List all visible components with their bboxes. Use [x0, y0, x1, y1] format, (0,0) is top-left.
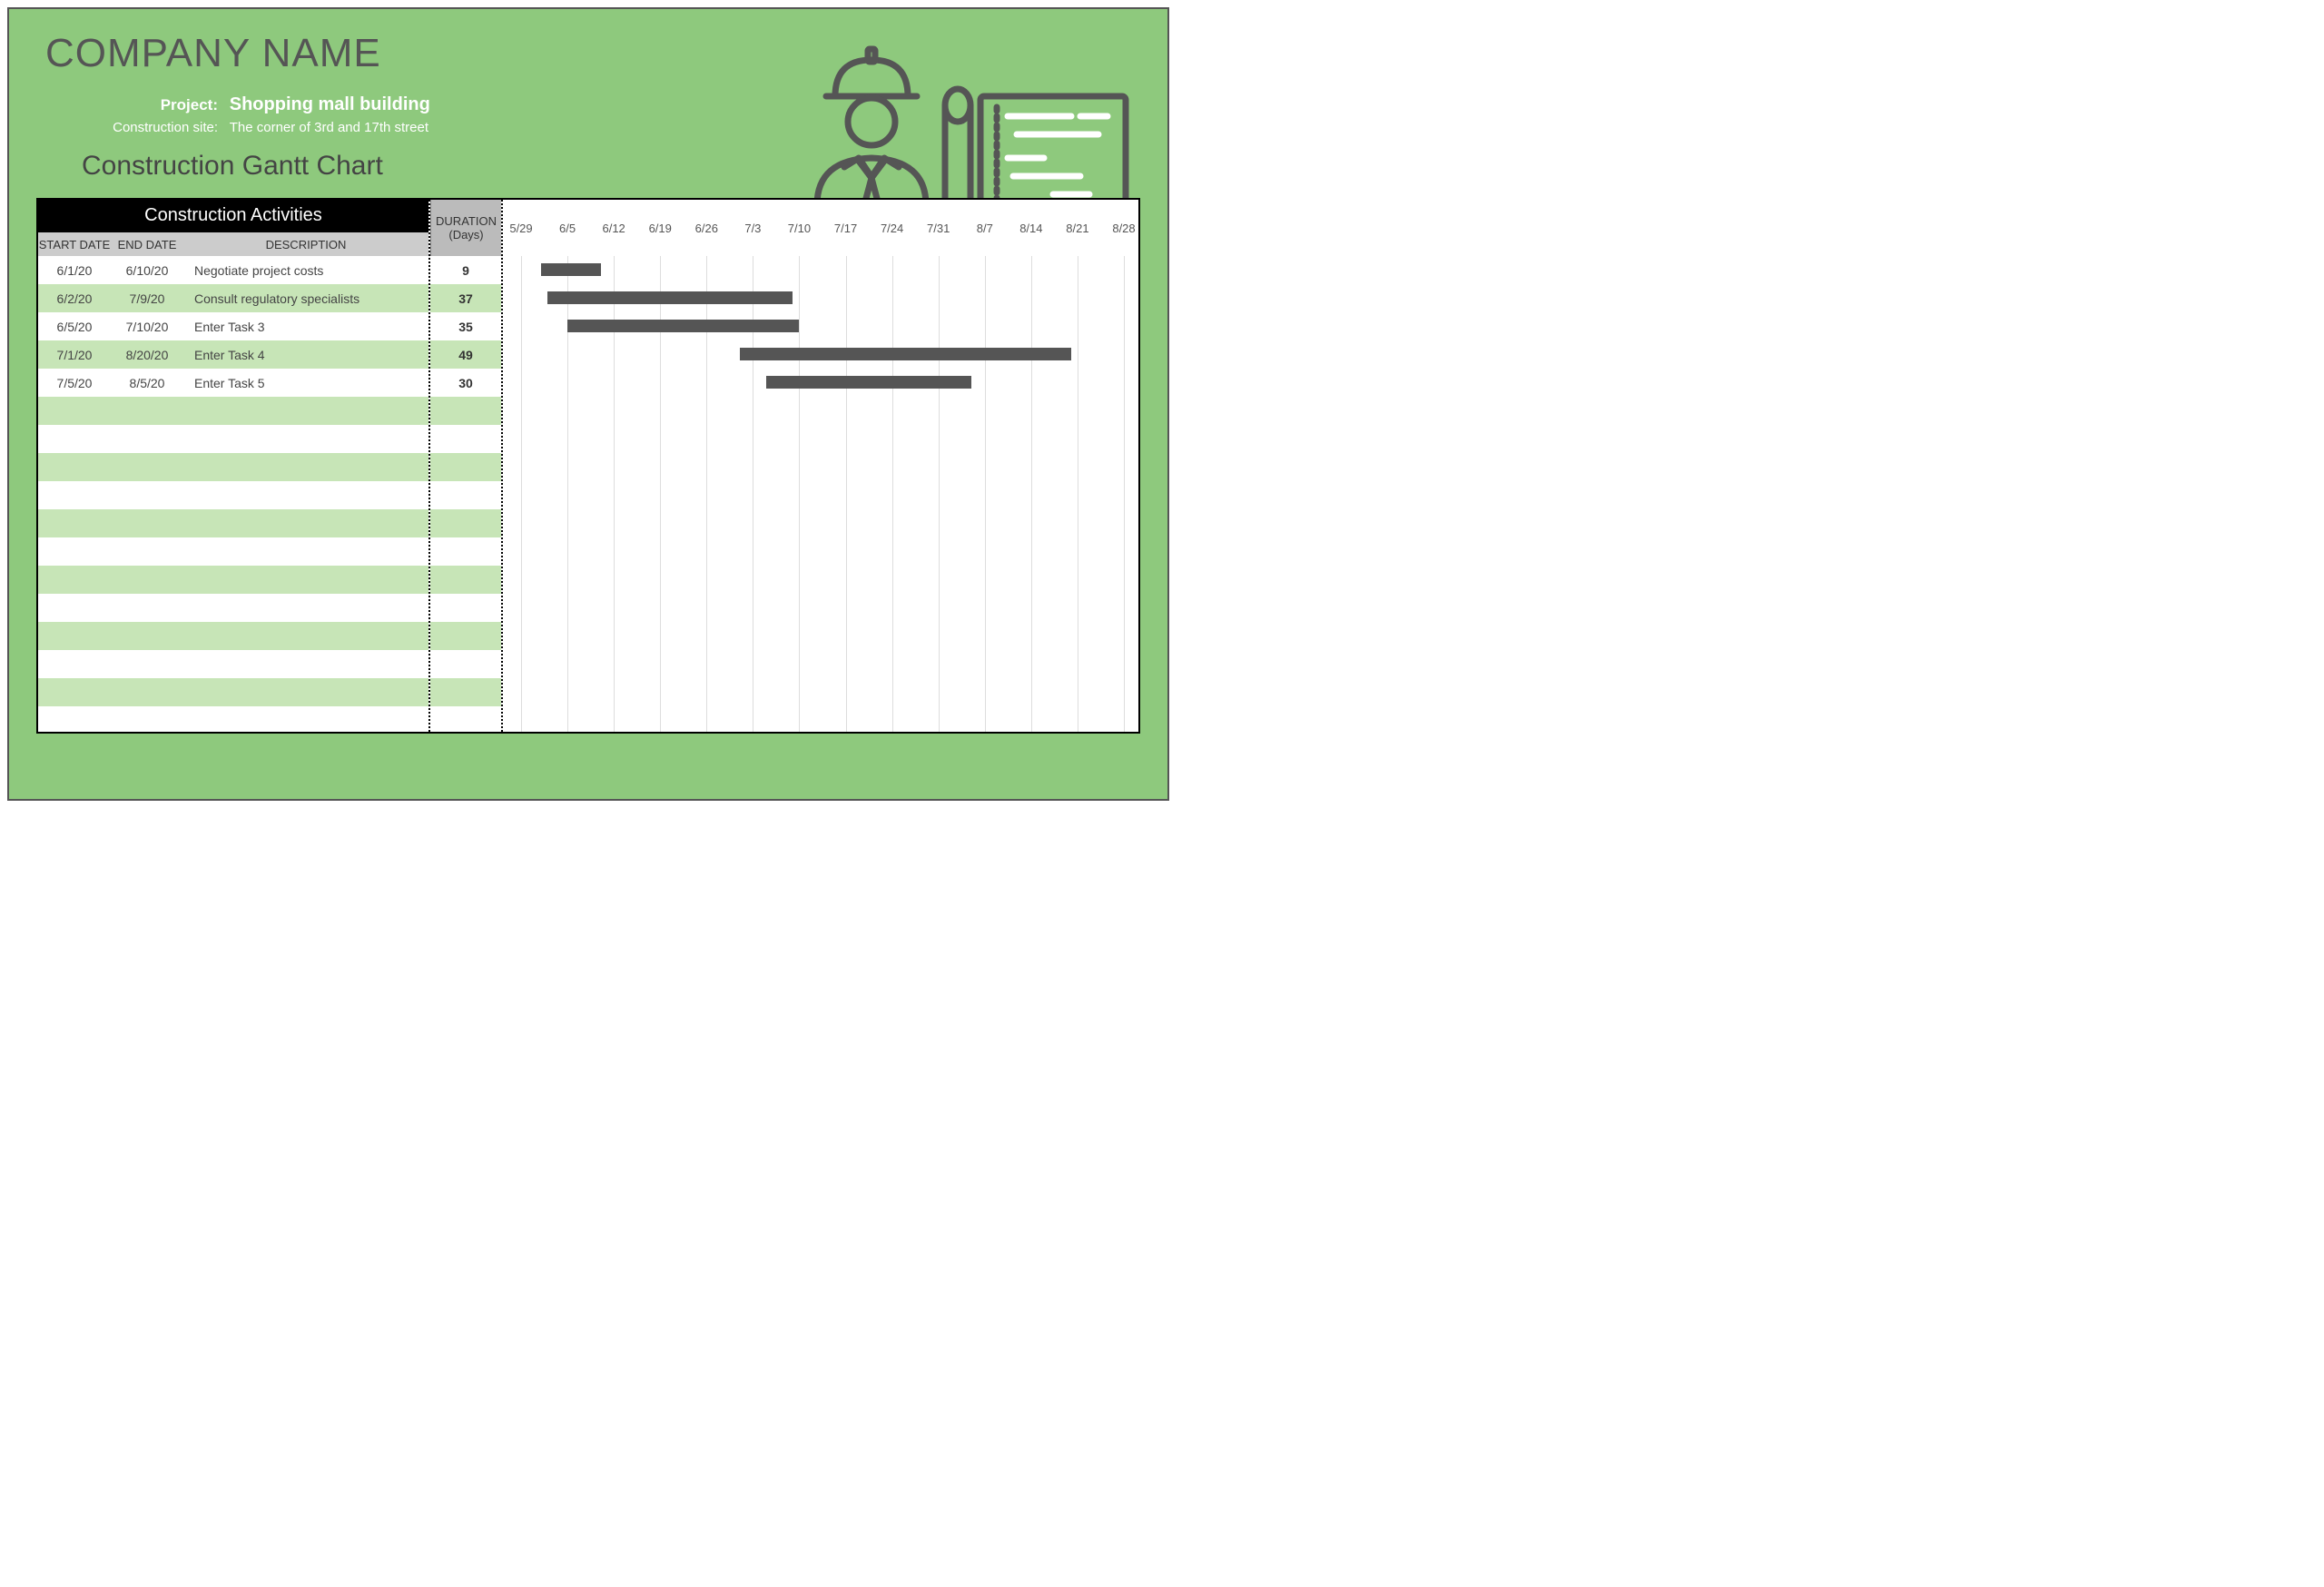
table-row [38, 425, 428, 453]
gridline [1031, 256, 1032, 732]
document-frame: COMPANY NAME Project: Shopping mall buil… [7, 7, 1169, 801]
gantt-bar [547, 291, 793, 304]
table-row: 6/1/206/10/20Negotiate project costs [38, 256, 428, 284]
timeline-tick: 7/3 [744, 222, 761, 235]
duration-rows: 937354930 [430, 256, 501, 732]
timeline-tick: 8/21 [1066, 222, 1088, 235]
start-date-cell: 7/1/20 [38, 348, 111, 362]
table-row [38, 397, 428, 425]
table-row [38, 678, 428, 706]
timeline-tick: 7/17 [834, 222, 857, 235]
duration-cell [430, 678, 501, 706]
end-date-cell: 6/10/20 [111, 263, 183, 278]
description-cell: Consult regulatory specialists [183, 291, 428, 306]
description-cell: Enter Task 3 [183, 320, 428, 334]
end-date-cell: 8/5/20 [111, 376, 183, 390]
duration-cell [430, 397, 501, 425]
site-value: The corner of 3rd and 17th street [230, 120, 428, 135]
gridline [985, 256, 986, 732]
duration-header: DURATION (Days) [430, 200, 501, 256]
start-date-cell: 6/1/20 [38, 263, 111, 278]
duration-cell: 37 [430, 284, 501, 312]
end-date-cell: 7/9/20 [111, 291, 183, 306]
start-date-cell: 6/2/20 [38, 291, 111, 306]
end-date-cell: 7/10/20 [111, 320, 183, 334]
duration-cell: 9 [430, 256, 501, 284]
timeline-tick: 8/28 [1112, 222, 1135, 235]
start-date-cell: 6/5/20 [38, 320, 111, 334]
timeline-tick: 7/24 [881, 222, 903, 235]
chart-panel: Construction Activities START DATE END D… [36, 198, 1140, 734]
activities-header: Construction Activities [38, 200, 428, 232]
description-cell: Enter Task 4 [183, 348, 428, 362]
duration-cell [430, 650, 501, 678]
header: COMPANY NAME Project: Shopping mall buil… [9, 9, 1167, 198]
gridline [521, 256, 522, 732]
start-date-cell: 7/5/20 [38, 376, 111, 390]
project-label: Project: [91, 96, 218, 114]
duration-cell: 30 [430, 369, 501, 397]
duration-cell: 49 [430, 340, 501, 369]
table-row [38, 509, 428, 537]
table-row: 7/5/208/5/20Enter Task 5 [38, 369, 428, 397]
column-headers: START DATE END DATE DESCRIPTION [38, 232, 428, 256]
gantt-bar [541, 263, 601, 276]
table-row [38, 706, 428, 734]
description-header: DESCRIPTION [183, 238, 428, 251]
table-row [38, 481, 428, 509]
table-row [38, 453, 428, 481]
gantt-bar [567, 320, 799, 332]
end-date-header: END DATE [111, 238, 183, 251]
timeline-tick: 6/5 [559, 222, 576, 235]
gantt-bar [740, 348, 1071, 360]
gridline [892, 256, 893, 732]
duration-column: DURATION (Days) 937354930 [430, 200, 503, 732]
gridline [1124, 256, 1125, 732]
duration-cell [430, 537, 501, 566]
timeline-tick: 6/26 [695, 222, 718, 235]
gantt-bar [766, 376, 971, 389]
timeline-tick: 7/10 [788, 222, 811, 235]
table-row [38, 537, 428, 566]
project-value: Shopping mall building [230, 94, 430, 114]
start-date-header: START DATE [38, 238, 111, 251]
duration-cell: 35 [430, 312, 501, 340]
gantt-chart-area: 5/29 6/5 6/12 6/19 6/26 7/3 7/10 7/17 7/24 7/31 8/… [503, 200, 1138, 732]
timeline-tick: 7/31 [927, 222, 950, 235]
duration-cell [430, 509, 501, 537]
table-row: 7/1/208/20/20Enter Task 4 [38, 340, 428, 369]
chart-timeline-header: 5/29 6/5 6/12 6/19 6/26 7/3 7/10 7/17 7/24 7/31 8/… [503, 200, 1138, 256]
table-row [38, 594, 428, 622]
gridline [799, 256, 800, 732]
duration-header-line1: DURATION [431, 214, 501, 228]
end-date-cell: 8/20/20 [111, 348, 183, 362]
duration-cell [430, 566, 501, 594]
description-cell: Enter Task 5 [183, 376, 428, 390]
duration-cell [430, 622, 501, 650]
timeline-tick: 8/7 [977, 222, 993, 235]
duration-cell [430, 453, 501, 481]
table-row [38, 622, 428, 650]
timeline-tick: 5/29 [509, 222, 532, 235]
timeline-tick: 8/14 [1019, 222, 1042, 235]
table-row [38, 650, 428, 678]
activity-rows: 6/1/206/10/20Negotiate project costs6/2/… [38, 256, 428, 732]
table-row: 6/5/207/10/20Enter Task 3 [38, 312, 428, 340]
gridline [846, 256, 847, 732]
duration-cell [430, 706, 501, 734]
table-row [38, 566, 428, 594]
timeline-tick: 6/19 [649, 222, 672, 235]
activities-column: Construction Activities START DATE END D… [38, 200, 430, 732]
gridline [939, 256, 940, 732]
description-cell: Negotiate project costs [183, 263, 428, 278]
site-label: Construction site: [91, 120, 218, 135]
duration-cell [430, 425, 501, 453]
duration-cell [430, 481, 501, 509]
duration-header-line2: (Days) [431, 228, 501, 242]
timeline-tick: 6/12 [602, 222, 625, 235]
table-row: 6/2/207/9/20Consult regulatory specialis… [38, 284, 428, 312]
duration-cell [430, 594, 501, 622]
